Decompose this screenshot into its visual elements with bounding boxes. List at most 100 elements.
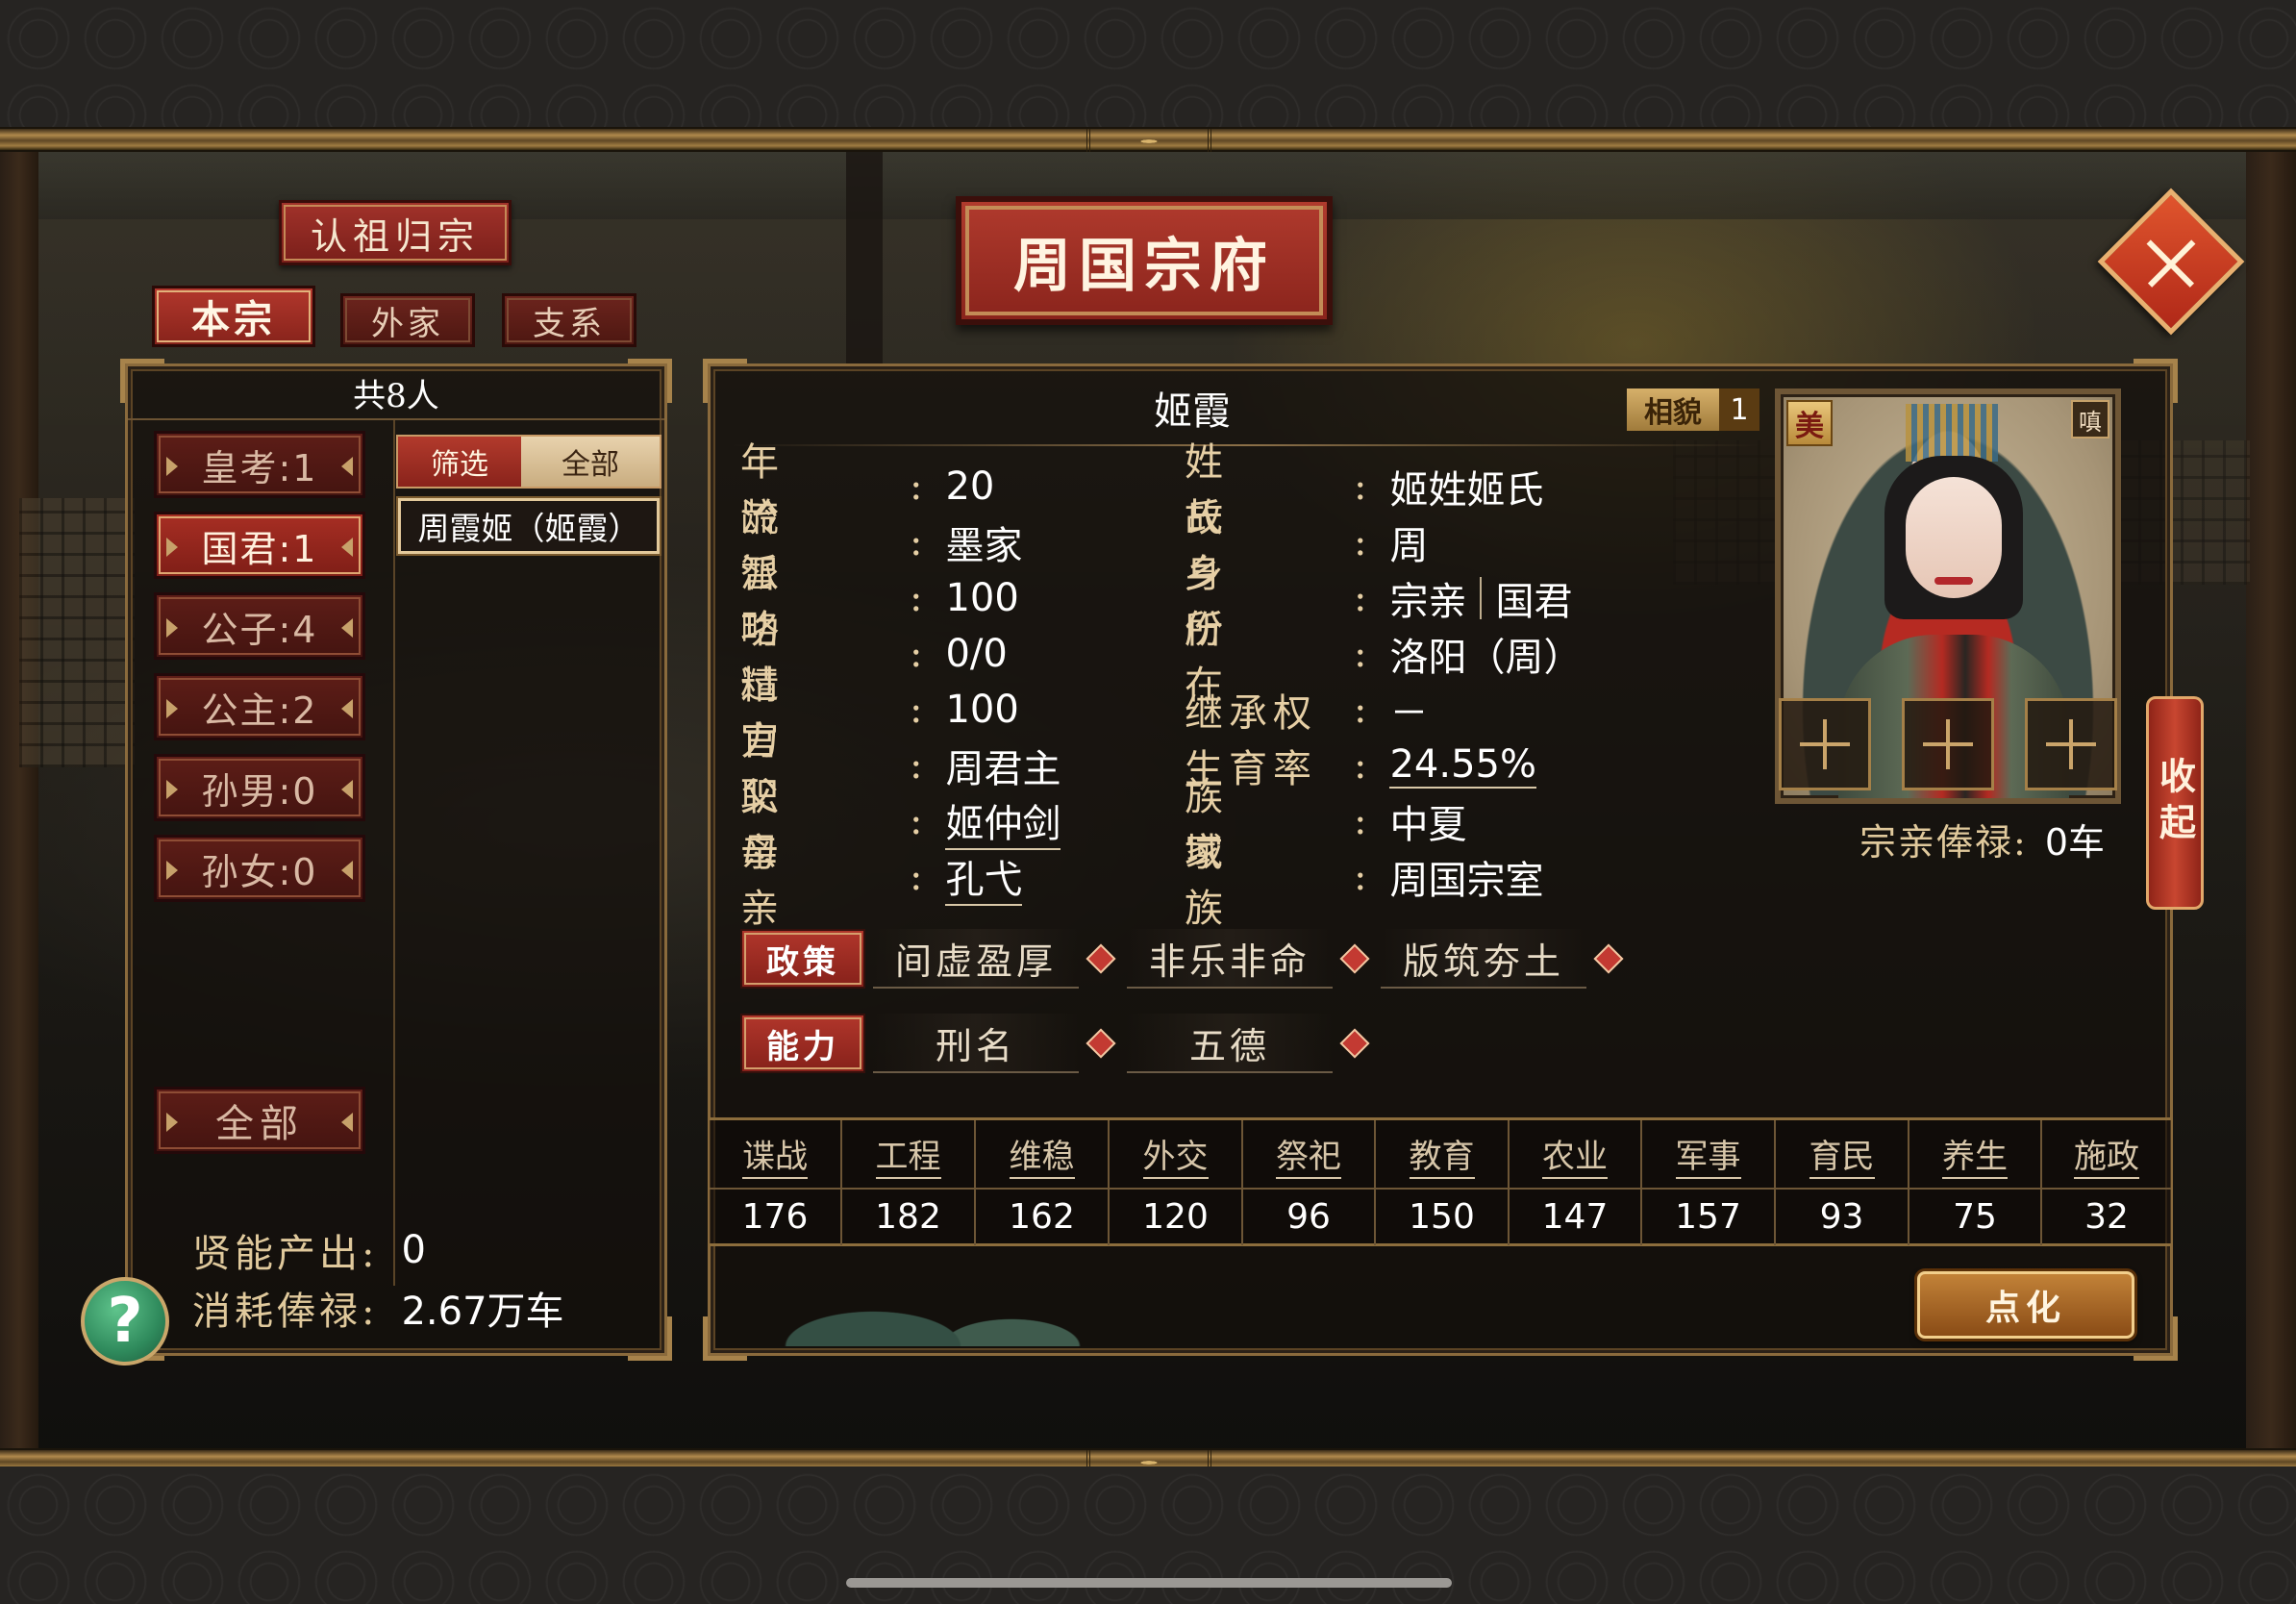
category-all-button[interactable]: 全部 xyxy=(154,1087,365,1154)
page-title: 周国宗府 xyxy=(956,196,1333,325)
category-princes[interactable]: 公子:4 xyxy=(154,592,365,660)
stat-value: 32 xyxy=(2084,1196,2129,1237)
stat-header-text: 教育 xyxy=(1409,1130,1475,1179)
identity-divider xyxy=(1480,577,1483,619)
stat-header-text: 养生 xyxy=(1942,1130,2008,1179)
stat-header-text: 谍战 xyxy=(742,1130,808,1179)
appearance-label: 相貌 xyxy=(1627,388,1719,431)
stat-value: 93 xyxy=(1776,1188,1909,1245)
window-lattice xyxy=(19,498,135,767)
category-ruler[interactable]: 国君:1 xyxy=(154,512,365,579)
enlighten-button[interactable]: 点化 xyxy=(1917,1271,2134,1339)
lips xyxy=(1934,577,1973,585)
row-label: 家族 xyxy=(1185,821,1367,933)
inheritance-value: － xyxy=(1389,691,1429,736)
stat-header-engineering: 工程 xyxy=(842,1120,976,1188)
mother-label: 母亲 xyxy=(740,831,836,931)
tab-maternal-clan[interactable]: 外家 xyxy=(340,293,475,347)
category-grandsons[interactable]: 孙男:0 xyxy=(154,754,365,821)
stat-value: 75 xyxy=(1909,1188,2042,1245)
inheritance-row: 继承权: － xyxy=(1185,683,1428,737)
fertility-value[interactable]: 24.55% xyxy=(1389,742,1537,789)
home-indicator xyxy=(846,1578,1452,1588)
identity-value: 宗亲 xyxy=(1389,580,1467,624)
recognize-ancestry-button[interactable]: 认祖归宗 xyxy=(279,200,512,265)
output-label: 贤能产出: xyxy=(192,1232,379,1276)
inheritance-label: 继承权 xyxy=(1185,691,1317,736)
stat-header-health: 养生 xyxy=(1909,1120,2042,1188)
panel-corner xyxy=(628,1316,672,1361)
beauty-badge: 美 xyxy=(1786,400,1833,446)
stat-header-diplomacy: 外交 xyxy=(1110,1120,1243,1188)
help-icon[interactable]: ? xyxy=(81,1277,169,1366)
panel-corner xyxy=(2134,1316,2178,1361)
intellect-value: 100 xyxy=(945,576,1019,620)
stat-header-ritual: 祭祀 xyxy=(1243,1120,1376,1188)
mood-badge: 嗔 xyxy=(2071,400,2109,439)
stat-header-text: 外交 xyxy=(1142,1130,1209,1179)
surname-value: 姬姓姬氏 xyxy=(1389,468,1544,513)
office-value: 周君主 xyxy=(945,747,1061,791)
clan-salary: 宗亲俸禄: 0车 xyxy=(1859,814,2105,864)
policy-chip[interactable]: 非乐非命 xyxy=(1127,929,1333,989)
category-emperor-father[interactable]: 皇考:1 xyxy=(154,431,365,498)
collapse-button[interactable]: 收起 xyxy=(2146,696,2204,910)
filter-all-button[interactable]: 全部 xyxy=(521,437,660,487)
member-count-title: 共8人 xyxy=(128,366,664,420)
policy-chip[interactable]: 版筑夯土 xyxy=(1381,929,1586,989)
panel-corner xyxy=(703,1316,747,1361)
stat-header-text: 维稳 xyxy=(1009,1130,1075,1179)
merit-value: 0/0 xyxy=(945,632,1008,676)
stat-value: 150 xyxy=(1376,1188,1510,1245)
location-row: 所在: 洛阳（周） xyxy=(1185,608,1583,708)
family-row: 家族: 周国宗室 xyxy=(1185,831,1544,931)
plus-icon[interactable] xyxy=(2025,698,2117,790)
category-princesses[interactable]: 公主:2 xyxy=(154,673,365,740)
row-label: 继承权 xyxy=(1185,682,1367,738)
beam xyxy=(846,152,883,363)
row-label: 母亲 xyxy=(740,821,923,933)
stat-header-text: 军事 xyxy=(1675,1130,1741,1179)
stat-header-text: 祭祀 xyxy=(1276,1130,1341,1179)
hometown-value: 周 xyxy=(1389,524,1429,568)
headdress xyxy=(1906,404,1998,462)
consume-label: 消耗俸禄: xyxy=(192,1290,379,1334)
father-link[interactable]: 姬仲剑 xyxy=(945,792,1061,850)
consume-stat: 消耗俸禄: 2.67万车 xyxy=(192,1279,564,1337)
game-screen: 认祖归宗 本宗 外家 支系 共8人 皇考:1 国君:1 公子:4 公主:2 孙男… xyxy=(0,0,2296,1604)
mountain-decoration xyxy=(769,1250,1115,1346)
plus-icon[interactable] xyxy=(1779,698,1871,790)
filter-toggle[interactable]: 筛选 全部 xyxy=(396,435,661,489)
school-value: 墨家 xyxy=(945,524,1023,568)
salary-label: 宗亲俸禄: xyxy=(1859,820,2028,864)
top-pattern-band xyxy=(0,0,2296,130)
age-value: 20 xyxy=(945,464,995,509)
stat-header-text: 农业 xyxy=(1542,1130,1608,1179)
policy-chip[interactable]: 间虚盈厚 xyxy=(873,929,1079,989)
mother-row: 母亲: 孔弋 xyxy=(740,831,1023,931)
output-stat: 贤能产出: 0 xyxy=(192,1221,426,1279)
location-value: 洛阳（周） xyxy=(1389,636,1583,680)
category-granddaughters[interactable]: 孙女:0 xyxy=(154,835,365,902)
mother-link[interactable]: 孔弋 xyxy=(945,848,1023,906)
tab-main-clan[interactable]: 本宗 xyxy=(152,286,315,347)
stat-value: 176 xyxy=(710,1188,842,1245)
output-value: 0 xyxy=(401,1228,426,1272)
ability-chip[interactable]: 刑名 xyxy=(873,1014,1079,1073)
member-list-item[interactable]: 周霞姬（姬霞） xyxy=(398,498,660,554)
panel-corner xyxy=(703,359,747,403)
stat-header-stability: 维稳 xyxy=(976,1120,1110,1188)
stat-header-espionage: 谍战 xyxy=(710,1120,842,1188)
stat-value: 120 xyxy=(1110,1188,1243,1245)
stat-header-governance: 施政 xyxy=(2042,1120,2171,1188)
appearance-badge: 相貌 1 xyxy=(1627,388,1759,431)
family-value: 周国宗室 xyxy=(1389,859,1544,903)
stat-header-military: 军事 xyxy=(1642,1120,1776,1188)
ability-chip[interactable]: 五德 xyxy=(1127,1014,1333,1073)
plus-icon[interactable] xyxy=(1902,698,1994,790)
filter-button[interactable]: 筛选 xyxy=(398,437,521,487)
consume-value: 2.67万车 xyxy=(401,1290,564,1334)
rail-ornament xyxy=(1086,129,1211,154)
policy-label: 政策 xyxy=(740,929,865,989)
tab-branch-clan[interactable]: 支系 xyxy=(502,293,636,347)
